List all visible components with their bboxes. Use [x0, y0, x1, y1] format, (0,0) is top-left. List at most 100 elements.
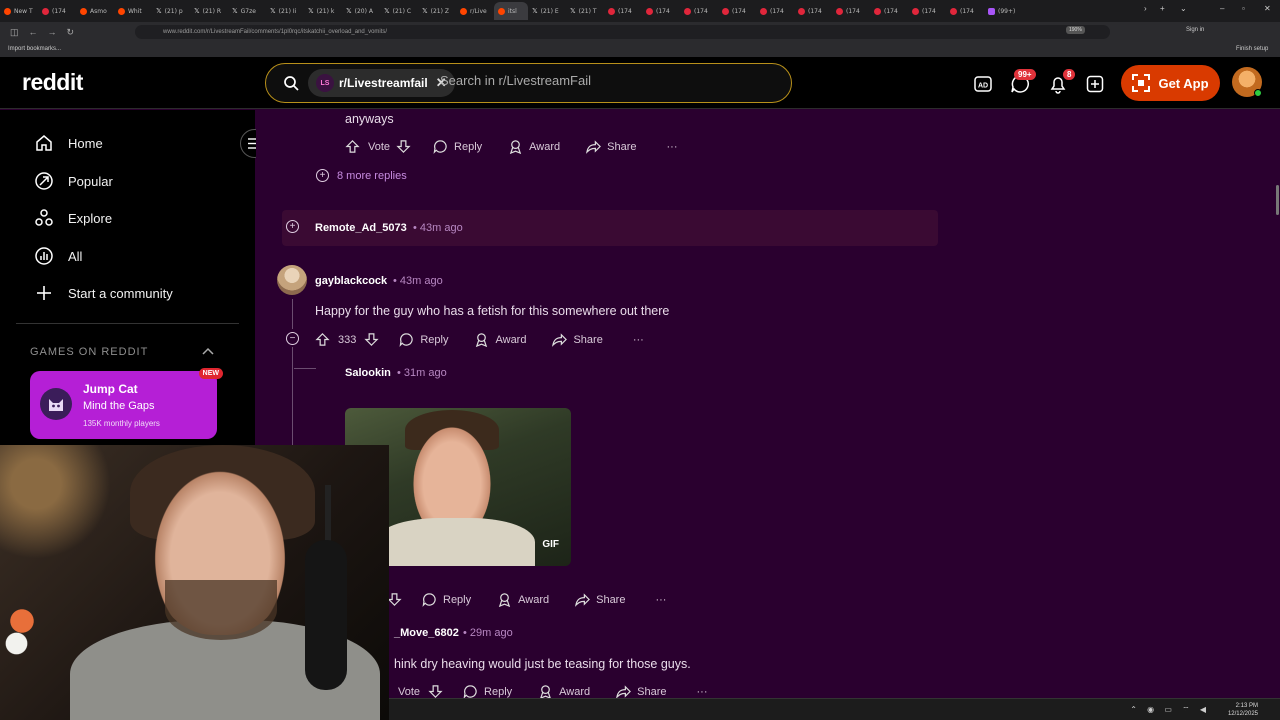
upvote-button[interactable] — [345, 139, 360, 154]
browser-tab[interactable]: itsl — [494, 2, 528, 20]
sidebar-toggle-icon[interactable]: ◫ — [10, 27, 19, 38]
browser-tab[interactable]: 𝕏 (21) R — [190, 2, 228, 20]
award-label: Award — [559, 685, 591, 698]
reply-button[interactable]: Reply — [463, 684, 512, 698]
collapse-comment-icon[interactable]: − — [286, 332, 299, 345]
browser-tab[interactable]: 𝕏 (21) k — [304, 2, 342, 20]
browser-tab[interactable]: 𝕏 (21) Z — [418, 2, 456, 20]
youtube-favicon-icon — [646, 7, 653, 15]
browser-tab[interactable]: (174 — [794, 2, 832, 20]
browser-tab[interactable]: (174 — [946, 2, 984, 20]
award-button[interactable]: Award — [538, 684, 590, 698]
gif-label: GIF — [542, 539, 559, 550]
browser-tab[interactable]: 𝕏 G7ze — [228, 2, 266, 20]
reply-button[interactable]: Reply — [422, 592, 471, 607]
taskbar-clock[interactable]: 2:13 PM 12/12/2025 — [1228, 702, 1258, 718]
more-options-button[interactable]: ··· — [633, 334, 644, 346]
comment-author[interactable]: _Move_6802 — [394, 627, 459, 639]
minimize-button[interactable]: – — [1220, 4, 1224, 13]
browser-tab[interactable]: (174 — [38, 2, 76, 20]
browser-tab[interactable]: (174 — [832, 2, 870, 20]
comment-author[interactable]: Salookin — [345, 367, 391, 379]
system-tray-icons[interactable]: ⌃ ◉ ▭ ⌔ ◀ — [1130, 705, 1210, 715]
browser-tab[interactable]: Whit — [114, 2, 152, 20]
finish-setup-link[interactable]: Finish setup — [1236, 46, 1268, 52]
sidebar-item-home[interactable]: Home — [34, 133, 103, 153]
game-card-jump-cat[interactable]: Jump Cat Mind the Gaps 135K monthly play… — [30, 368, 223, 439]
url-field[interactable]: www.reddit.com/r/LivestreamFail/comments… — [135, 25, 1110, 39]
browser-tab[interactable]: (174 — [908, 2, 946, 20]
browser-tab[interactable]: (174 — [680, 2, 718, 20]
close-window-button[interactable]: ✕ — [1264, 4, 1271, 13]
maximize-button[interactable]: ▫ — [1242, 4, 1245, 13]
more-options-button[interactable]: ··· — [697, 686, 708, 698]
award-button[interactable]: Award — [508, 139, 560, 154]
chevron-up-icon[interactable] — [202, 346, 214, 356]
search-input[interactable] — [440, 73, 770, 88]
comment-author[interactable]: gayblackcock — [315, 275, 387, 287]
share-icon — [616, 685, 632, 698]
browser-tab[interactable]: r/Live — [456, 2, 494, 20]
new-tab-button[interactable]: + — [1160, 4, 1165, 13]
sidebar-item-start-community[interactable]: Start a community — [34, 283, 173, 303]
downvote-button[interactable] — [396, 139, 411, 154]
sidebar-item-all[interactable]: All — [34, 246, 82, 266]
share-button[interactable]: Share — [575, 592, 625, 607]
browser-tab[interactable]: (174 — [604, 2, 642, 20]
webcam-person-beard — [165, 580, 277, 640]
more-options-button[interactable]: ··· — [667, 141, 678, 153]
downvote-button[interactable] — [387, 592, 402, 607]
award-icon — [498, 593, 511, 607]
reload-icon[interactable]: ↻ — [67, 27, 75, 38]
browser-tab[interactable]: 𝕏 (21) p — [152, 2, 190, 20]
reply-button[interactable]: Reply — [433, 139, 482, 154]
browser-tab[interactable]: (99+) — [984, 2, 1022, 20]
advertise-icon[interactable]: AD — [973, 74, 993, 94]
downvote-icon — [364, 333, 379, 346]
more-options-button[interactable]: ··· — [655, 594, 666, 606]
browser-tab[interactable]: (174 — [642, 2, 680, 20]
forward-icon[interactable]: → — [48, 27, 57, 37]
tab-list-icon[interactable]: ⌄ — [1180, 4, 1187, 13]
games-section-header[interactable]: GAMES ON REDDIT — [30, 346, 148, 358]
browser-tab[interactable]: 𝕏 (21) E — [528, 2, 566, 20]
comment-author[interactable]: Remote_Ad_5073 — [315, 222, 407, 234]
sidebar-item-explore[interactable]: Explore — [34, 208, 112, 228]
share-button[interactable]: Share — [616, 684, 667, 698]
reply-icon — [399, 333, 414, 347]
more-replies-link[interactable]: + 8 more replies — [316, 169, 407, 182]
page-scrollbar[interactable] — [1276, 185, 1279, 215]
downvote-button[interactable] — [428, 684, 443, 698]
award-button[interactable]: Award — [497, 592, 549, 607]
thread-line[interactable] — [292, 299, 293, 329]
back-icon[interactable]: ← — [29, 27, 38, 37]
reply-button[interactable]: Reply — [399, 332, 448, 347]
downvote-button[interactable] — [364, 332, 379, 347]
browser-tab[interactable]: Asmo — [76, 2, 114, 20]
browser-tab[interactable]: (174 — [870, 2, 908, 20]
browser-tab[interactable]: 𝕏 (21) C — [380, 2, 418, 20]
browser-signin[interactable]: Sign in — [1186, 27, 1204, 33]
tab-scroll-right-icon[interactable]: › — [1144, 4, 1147, 13]
expand-comment-icon[interactable]: + — [286, 220, 299, 233]
award-button[interactable]: Award — [474, 332, 526, 347]
search-bar[interactable]: LS r/Livestreamfail ✕ — [265, 63, 792, 103]
upvote-button[interactable] — [315, 332, 330, 347]
browser-tab[interactable]: 𝕏 (21) Ii — [266, 2, 304, 20]
zoom-indicator[interactable]: 190% — [1066, 26, 1085, 34]
browser-tab[interactable]: 𝕏 (20) A — [342, 2, 380, 20]
sidebar-item-popular[interactable]: Popular — [34, 171, 113, 191]
get-app-button[interactable]: Get App — [1121, 65, 1220, 101]
subreddit-chip[interactable]: LS r/Livestreamfail ✕ — [308, 69, 455, 97]
browser-tab[interactable]: (174 — [718, 2, 756, 20]
create-post-icon[interactable] — [1085, 74, 1105, 94]
browser-tab[interactable]: (174 — [756, 2, 794, 20]
comment-avatar[interactable] — [277, 265, 307, 295]
reddit-logo[interactable]: reddit — [22, 69, 83, 96]
import-bookmarks-link[interactable]: Import bookmarks... — [8, 46, 61, 52]
browser-tab[interactable]: New T — [0, 2, 38, 20]
user-avatar[interactable] — [1232, 67, 1262, 97]
share-button[interactable]: Share — [586, 139, 637, 154]
share-button[interactable]: Share — [552, 332, 603, 347]
browser-tab[interactable]: 𝕏 (21) T — [566, 2, 604, 20]
